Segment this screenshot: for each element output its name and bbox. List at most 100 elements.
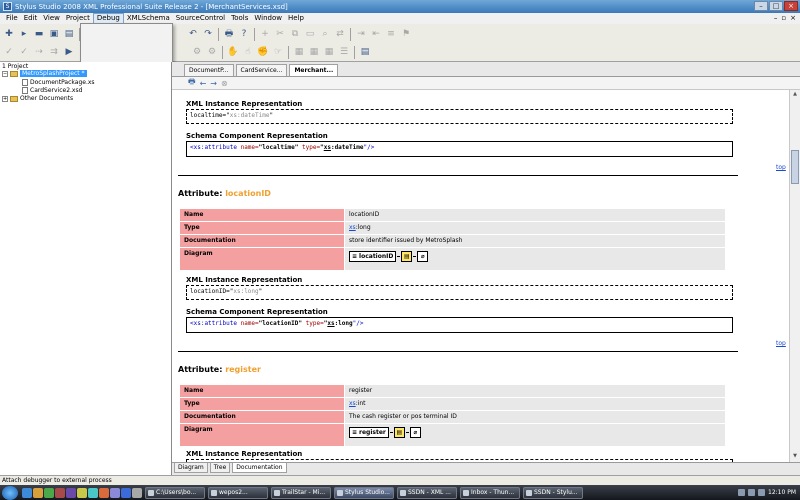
save-icon[interactable]: ▣ xyxy=(47,27,61,41)
collapse-icon[interactable]: − xyxy=(2,70,8,77)
step-icon[interactable]: ⇢ xyxy=(32,45,46,59)
top-link[interactable]: top xyxy=(776,340,786,347)
volume-icon[interactable] xyxy=(748,489,755,496)
tab-merchant[interactable]: Merchant... xyxy=(289,64,339,76)
app-icon[interactable] xyxy=(55,487,65,498)
add-icon[interactable]: + xyxy=(258,27,272,41)
maximize-button[interactable]: □ xyxy=(769,1,783,11)
explorer-icon[interactable] xyxy=(33,487,43,498)
tree-label-documentpackage: DocumentPackage.xs xyxy=(30,79,95,86)
clock[interactable]: 12:10 PM xyxy=(768,489,796,496)
app-icon[interactable] xyxy=(88,487,98,498)
taskbar-item[interactable]: Inbox - Thun... xyxy=(460,486,520,499)
forward-icon[interactable]: → xyxy=(210,79,217,88)
stop-icon[interactable]: ⊗ xyxy=(221,79,228,88)
tab-documentpackage[interactable]: DocumentP... xyxy=(184,64,234,76)
tray-app-icon[interactable] xyxy=(758,489,765,496)
scroll-thumb[interactable] xyxy=(791,150,799,184)
new-project-icon[interactable]: ✚ xyxy=(2,27,16,41)
undo-icon[interactable]: ↶ xyxy=(186,27,200,41)
document-icon[interactable]: ▤ xyxy=(358,45,372,59)
open-icon[interactable]: ▸ xyxy=(17,27,31,41)
menu-help[interactable]: Help xyxy=(285,13,307,24)
list-icon[interactable]: ☰ xyxy=(337,45,351,59)
menu-window[interactable]: Window xyxy=(251,13,285,24)
taskbar-item[interactable]: TrailStar - Mi... xyxy=(271,486,331,499)
help-icon[interactable]: ? xyxy=(237,27,251,41)
settings-icon[interactable]: ⚙ xyxy=(205,45,219,59)
mdi-minimize-button[interactable]: – xyxy=(774,14,778,22)
taskbar-item[interactable]: C:\Users\bo... xyxy=(145,486,205,499)
comment-icon[interactable]: ≡ xyxy=(384,27,398,41)
app-icon[interactable] xyxy=(121,487,131,498)
taskbar-item[interactable]: SSDN - Stylu... xyxy=(523,486,583,499)
save-all-icon[interactable]: ▤ xyxy=(62,27,76,41)
find-icon[interactable]: ⌕ xyxy=(318,27,332,41)
grid-icon[interactable]: ▦ xyxy=(322,45,336,59)
validate-icon[interactable]: ✓ xyxy=(17,45,31,59)
tab-documentation[interactable]: Documentation xyxy=(232,463,287,473)
paste-icon[interactable]: ▭ xyxy=(303,27,317,41)
expand-icon[interactable]: + xyxy=(2,95,8,102)
indent-icon[interactable]: ⇥ xyxy=(354,27,368,41)
type-link[interactable]: xs xyxy=(349,224,356,231)
table-icon[interactable]: ▦ xyxy=(307,45,321,59)
touch-icon[interactable]: ☞ xyxy=(271,45,285,59)
tab-tree[interactable]: Tree xyxy=(209,463,231,473)
quick-launch xyxy=(22,487,142,498)
print-icon[interactable]: 🖶 xyxy=(188,76,196,90)
app-icon[interactable] xyxy=(66,487,76,498)
menu-tools[interactable]: Tools xyxy=(228,13,251,24)
network-icon[interactable] xyxy=(738,489,745,496)
scroll-up-icon[interactable]: ▲ xyxy=(791,91,799,99)
app-icon[interactable] xyxy=(77,487,87,498)
tree-item-documentpackage[interactable]: DocumentPackage.xs xyxy=(22,79,95,86)
cut-icon[interactable]: ✂ xyxy=(273,27,287,41)
bookmark-icon[interactable]: ⚑ xyxy=(399,27,413,41)
tab-cardservice[interactable]: CardService... xyxy=(235,64,288,76)
outdent-icon[interactable]: ⇤ xyxy=(369,27,383,41)
grab-icon[interactable]: ✊ xyxy=(256,45,270,59)
replace-icon[interactable]: ⇄ xyxy=(333,27,347,41)
taskbar-item-active[interactable]: Stylus Studio... xyxy=(334,486,394,499)
app-icon[interactable] xyxy=(99,487,109,498)
layout-icon[interactable]: ▦ xyxy=(292,45,306,59)
start-button[interactable] xyxy=(2,485,18,500)
tab-diagram[interactable]: Diagram xyxy=(174,463,208,473)
check-icon[interactable]: ✓ xyxy=(2,45,16,59)
redo-icon[interactable]: ↷ xyxy=(201,27,215,41)
step-over-icon[interactable]: ⇉ xyxy=(47,45,61,59)
menu-view[interactable]: View xyxy=(40,13,63,24)
app-icon[interactable] xyxy=(110,487,120,498)
folder-icon[interactable]: ▬ xyxy=(32,27,46,41)
taskbar-item[interactable]: SSDN - XML ... xyxy=(397,486,457,499)
menu-sourcecontrol[interactable]: SourceControl xyxy=(173,13,228,24)
copy-icon[interactable]: ⧉ xyxy=(288,27,302,41)
run-icon[interactable]: ▶ xyxy=(62,45,76,59)
attribute-diagram[interactable]: ≡ register ▤ ⌀ xyxy=(349,427,421,438)
back-icon[interactable]: ← xyxy=(200,79,207,88)
xml-instance-label: XML Instance Representation xyxy=(186,450,303,458)
scroll-down-icon[interactable]: ▼ xyxy=(791,453,799,461)
gear-icon[interactable]: ⚙ xyxy=(190,45,204,59)
ie-icon[interactable] xyxy=(22,487,32,498)
tree-item-cardservice2[interactable]: CardService2.xsd xyxy=(22,87,82,94)
tree-item-other-documents[interactable]: + Other Documents xyxy=(2,95,73,102)
minimize-button[interactable]: – xyxy=(754,1,768,11)
menu-file[interactable]: File xyxy=(3,13,21,24)
menu-edit[interactable]: Edit xyxy=(21,13,41,24)
type-link[interactable]: xs xyxy=(349,400,356,407)
attribute-diagram[interactable]: ≡ locationID ▤ ⌀ xyxy=(349,251,429,262)
app-icon[interactable] xyxy=(44,487,54,498)
vertical-scrollbar[interactable]: ▲ ▼ xyxy=(789,90,800,462)
tree-item-project[interactable]: − MetroSplashProject * xyxy=(2,70,87,77)
mdi-restore-button[interactable]: ▫ xyxy=(781,14,786,22)
taskbar-item[interactable]: wepos2... xyxy=(208,486,268,499)
mdi-close-button[interactable]: × xyxy=(790,14,796,22)
top-link[interactable]: top xyxy=(776,164,786,171)
app-icon[interactable] xyxy=(132,487,142,498)
print-icon[interactable]: 🖶 xyxy=(222,27,236,41)
hand-icon[interactable]: ✋ xyxy=(226,45,240,59)
close-button[interactable]: × xyxy=(784,1,798,11)
pointer-icon[interactable]: ☝ xyxy=(241,45,255,59)
